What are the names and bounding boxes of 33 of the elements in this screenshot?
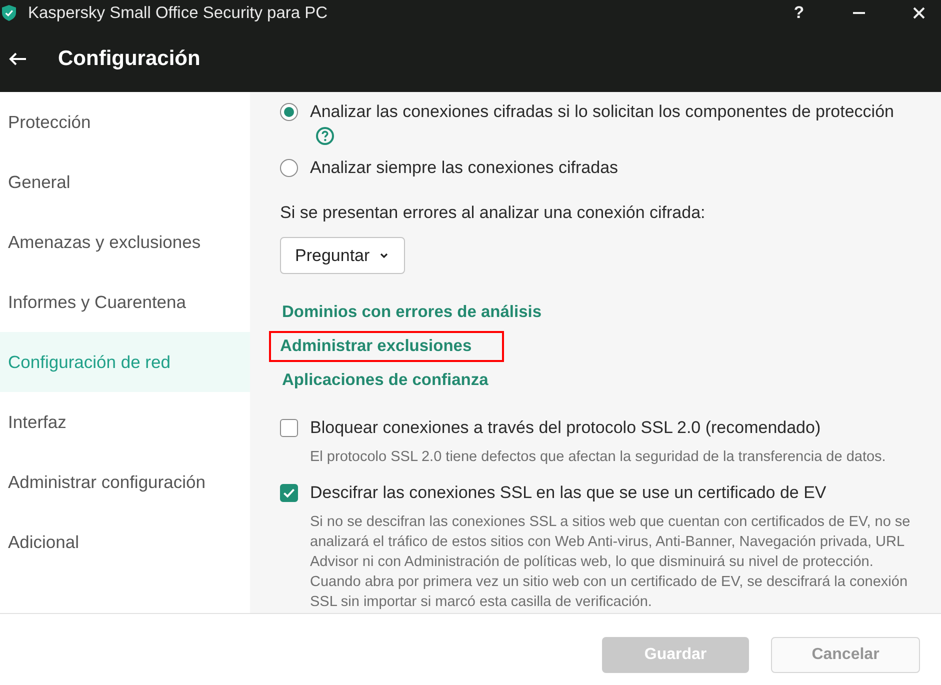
sidebar-item[interactable]: Interfaz	[0, 392, 250, 452]
minimize-icon	[853, 12, 865, 14]
help-button[interactable]: ?	[791, 3, 807, 23]
chevron-down-icon	[380, 253, 388, 258]
help-icon[interactable]	[316, 127, 334, 145]
checkbox[interactable]	[280, 484, 298, 502]
sidebar-item[interactable]: Informes y Cuarentena	[0, 272, 250, 332]
checkbox-label[interactable]: Bloquear conexiones a través del protocolo SSL 2.0 (recomendado)	[310, 418, 821, 438]
radio-label[interactable]: Analizar siempre las conexiones cifradas	[310, 157, 618, 179]
dropdown[interactable]: Preguntar	[280, 237, 405, 274]
field-label: Si se presentan errores al analizar una conexión cifrada:	[280, 202, 706, 224]
page-title: Configuración	[58, 47, 200, 71]
link[interactable]: Administrar exclusiones	[280, 336, 472, 356]
shield-check-icon	[2, 5, 16, 21]
link[interactable]: Aplicaciones de confianza	[282, 370, 488, 390]
radio-button[interactable]	[280, 159, 298, 177]
sidebar-item[interactable]: Administrar configuración	[0, 452, 250, 512]
close-icon	[913, 7, 925, 19]
radio-button[interactable]	[280, 103, 298, 121]
back-button[interactable]	[9, 52, 27, 66]
link[interactable]: Dominios con errores de análisis	[282, 302, 542, 322]
checkbox-label[interactable]: Descifrar las conexiones SSL en las que se use un certificado de EV	[310, 483, 826, 503]
checkbox-description: Si no se descifran las conexiones SSL a sitios web que cuentan con certificados de EV, no se analizará el tráfico de estos sitios con Web Anti-virus, Anti-Banner, Navegación privada, URL Advisor ni con Administración de políticas web, lo que disminuirá su nivel de protección. Cuando abra por primera vez un sitio web con un certificado de EV, se descifrará la conexión SSL sin importar si marcó esta casilla de verificación.	[310, 513, 912, 612]
sidebar-item[interactable]: Amenazas y exclusiones	[0, 212, 250, 272]
arrow-left-icon	[9, 52, 27, 66]
checkbox-description: El protocolo SSL 2.0 tiene defectos que afectan la seguridad de la transferencia de datos.	[310, 448, 887, 467]
sidebar-item[interactable]: Adicional	[0, 512, 250, 572]
checkbox[interactable]	[280, 419, 298, 437]
window-title: Kaspersky Small Office Security para PC	[28, 4, 328, 22]
checkmark-icon	[283, 488, 295, 498]
radio-label[interactable]: Analizar las conexiones cifradas si lo solicitan los componentes de protección	[310, 101, 894, 123]
sidebar-item[interactable]: General	[0, 152, 250, 212]
sidebar-item[interactable]: Protección	[0, 92, 250, 152]
